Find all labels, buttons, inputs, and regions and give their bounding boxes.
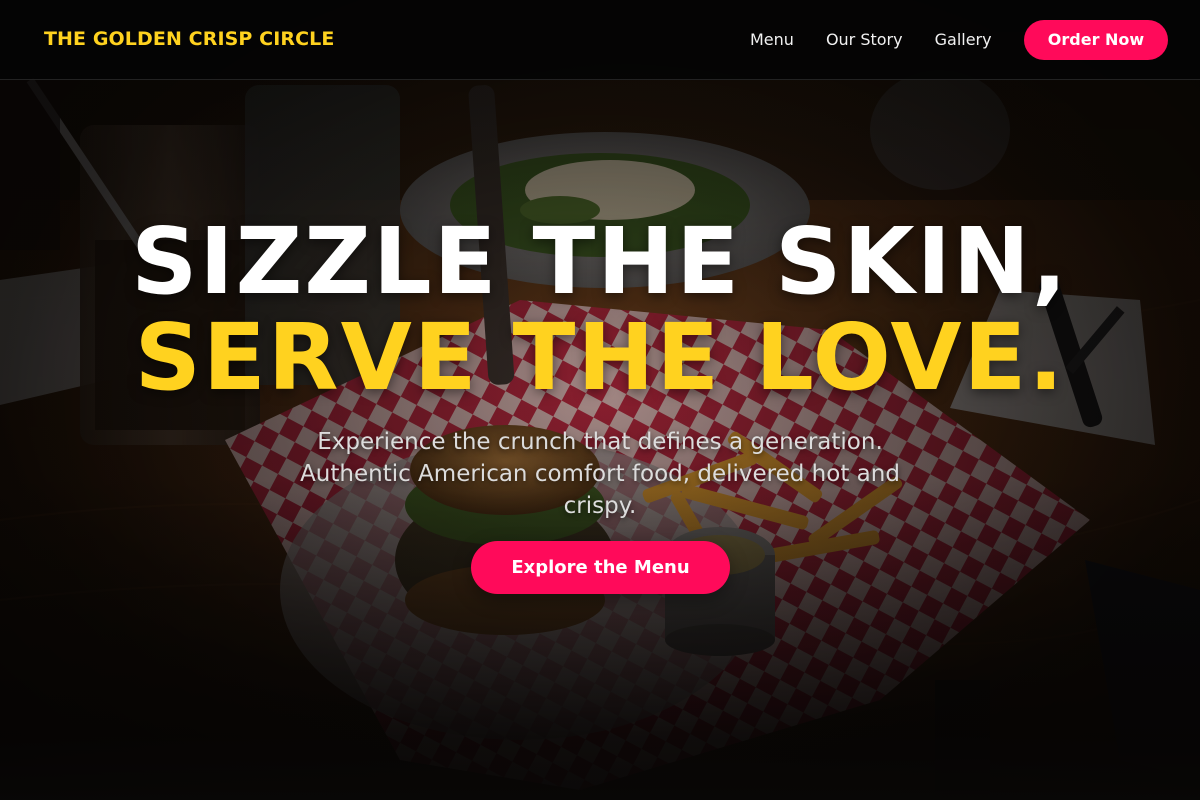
explore-menu-button[interactable]: Explore the Menu xyxy=(471,541,730,594)
hero-title-line2: SERVE THE LOVE. xyxy=(134,304,1066,411)
hero-title: SIZZLE THE SKIN, SERVE THE LOVE. xyxy=(0,214,1200,406)
nav-links: Menu Our Story Gallery xyxy=(750,30,992,49)
nav-link-our-story[interactable]: Our Story xyxy=(826,30,903,49)
brand-logo-text[interactable]: THE GOLDEN CRISP CIRCLE xyxy=(44,28,334,50)
navbar: THE GOLDEN CRISP CIRCLE Menu Our Story G… xyxy=(0,0,1200,80)
nav-link-gallery[interactable]: Gallery xyxy=(935,30,992,49)
nav-link-menu[interactable]: Menu xyxy=(750,30,794,49)
landing-page: THE GOLDEN CRISP CIRCLE Menu Our Story G… xyxy=(0,0,1200,800)
hero-title-line1: SIZZLE THE SKIN, xyxy=(131,208,1069,315)
hero-subtitle: Experience the crunch that defines a gen… xyxy=(300,429,900,519)
order-now-button[interactable]: Order Now xyxy=(1024,20,1168,60)
